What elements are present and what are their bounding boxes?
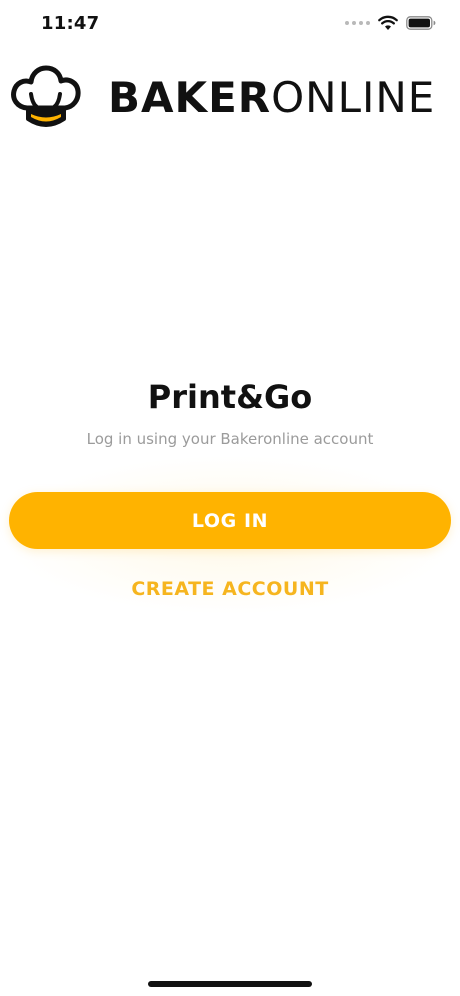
signal-dots-icon <box>345 21 370 25</box>
login-button[interactable]: LOG IN <box>9 492 451 549</box>
status-time: 11:47 <box>41 13 100 34</box>
status-bar: 11:47 <box>0 0 460 50</box>
logo-text-online: ONLINE <box>271 73 436 122</box>
create-account-button[interactable]: CREATE ACCOUNT <box>0 578 460 600</box>
page-title: Print&Go <box>147 378 313 416</box>
status-icons <box>345 15 436 31</box>
bakeronline-logo: BAKERONLINE <box>10 65 435 131</box>
chef-hat-icon <box>10 65 82 131</box>
login-button-label: LOG IN <box>191 509 269 532</box>
page-subtitle: Log in using your Bakeronline account <box>86 430 374 448</box>
battery-icon <box>406 16 436 30</box>
wifi-icon <box>378 15 398 31</box>
logo-wordmark: BAKERONLINE <box>108 77 435 119</box>
logo-text-baker: BAKER <box>108 73 272 122</box>
home-indicator[interactable] <box>148 981 312 987</box>
